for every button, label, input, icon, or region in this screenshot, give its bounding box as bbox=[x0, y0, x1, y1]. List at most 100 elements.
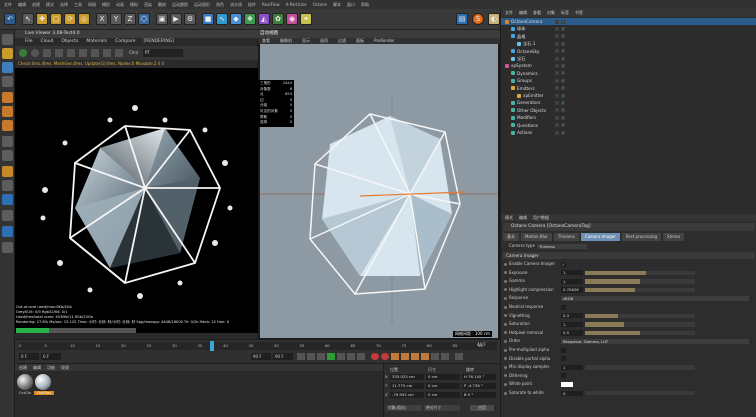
menu-item[interactable]: 雕刻 bbox=[158, 2, 166, 8]
cube-icon[interactable]: ■ bbox=[202, 13, 214, 25]
timeline-ruler[interactable]: 0 5 10 15 20 25 30 35 40 45 50 55 60 65 70 75 80 85 90 bbox=[19, 342, 497, 350]
param-dot-icon[interactable] bbox=[504, 391, 507, 395]
current-frame-field[interactable]: 0 F bbox=[19, 353, 39, 360]
coord-size-mode-select[interactable]: 绝对尺寸 bbox=[424, 405, 460, 411]
start-frame-field[interactable]: 0 F bbox=[41, 353, 61, 360]
attribute-tab[interactable]: Thinlens bbox=[553, 233, 579, 241]
object-manager-menu-item[interactable]: 编辑 bbox=[519, 9, 527, 17]
snap-icon[interactable] bbox=[2, 166, 13, 177]
timeline-playhead[interactable] bbox=[210, 341, 214, 351]
auto-key-icon[interactable] bbox=[381, 353, 389, 360]
attribute-checkbox[interactable] bbox=[561, 356, 566, 362]
param-dot-icon[interactable] bbox=[504, 331, 507, 335]
attribute-value-field[interactable]: 0.70626 bbox=[561, 287, 583, 293]
enable-check-icon[interactable]: ✓ bbox=[561, 78, 565, 83]
menu-item[interactable]: 脚本 bbox=[333, 2, 341, 8]
material-ball-2[interactable] bbox=[35, 374, 51, 390]
visibility-toggle[interactable]: · bbox=[555, 34, 559, 39]
material-ball-1[interactable] bbox=[17, 374, 33, 390]
prev-frame-icon[interactable] bbox=[317, 353, 325, 360]
attribute-tab[interactable]: Stereo bbox=[663, 233, 685, 241]
octane-s-icon[interactable]: S bbox=[472, 13, 484, 25]
timeline-layout-icon[interactable] bbox=[455, 353, 463, 360]
attribute-menu-item[interactable]: 用户数据 bbox=[533, 214, 549, 221]
polygons-mode-icon[interactable] bbox=[2, 120, 13, 131]
visibility-toggle[interactable]: · bbox=[555, 26, 559, 31]
object-row[interactable]: 宝石 · ✓ bbox=[501, 55, 756, 62]
channel-select[interactable]: PT bbox=[143, 49, 183, 57]
apply-button[interactable]: 应用 bbox=[470, 405, 494, 411]
nurbs-icon[interactable]: ◆ bbox=[230, 13, 242, 25]
attribute-menu-item[interactable]: 编辑 bbox=[519, 214, 527, 221]
enable-check-icon[interactable]: ✓ bbox=[561, 26, 565, 31]
world-coord-icon[interactable]: ⬡ bbox=[138, 13, 150, 25]
visibility-toggle[interactable]: · bbox=[555, 115, 559, 120]
menu-item[interactable]: 动画 bbox=[116, 2, 124, 8]
menu-item[interactable]: 渲染 bbox=[144, 2, 152, 8]
coord-position-field[interactable]: 11.775 cm bbox=[390, 383, 424, 389]
object-row[interactable]: Emitters · ✓ bbox=[501, 85, 756, 92]
param-dot-icon[interactable] bbox=[504, 262, 507, 266]
enable-check-icon[interactable]: ✓ bbox=[561, 123, 565, 128]
enable-check-icon[interactable]: ✓ bbox=[561, 100, 565, 105]
coord-mode-select[interactable]: 对象(相对) bbox=[386, 405, 422, 411]
enable-check-icon[interactable]: ✓ bbox=[561, 19, 565, 24]
prev-key-icon[interactable] bbox=[307, 353, 315, 360]
attribute-checkbox[interactable] bbox=[561, 347, 566, 353]
visibility-toggle[interactable]: · bbox=[555, 41, 559, 46]
attribute-checkbox[interactable]: ✓ bbox=[561, 261, 566, 267]
material-menu-item[interactable]: 功能 bbox=[47, 364, 55, 371]
solo-icon[interactable] bbox=[2, 194, 13, 205]
object-row[interactable]: Actions · ✓ bbox=[501, 129, 756, 136]
attribute-checkbox[interactable] bbox=[561, 304, 566, 310]
enable-check-icon[interactable]: ✓ bbox=[561, 115, 565, 120]
attribute-slider[interactable] bbox=[585, 313, 695, 318]
object-row[interactable]: xpSystem · ✓ bbox=[501, 62, 756, 69]
param-dot-icon[interactable] bbox=[504, 314, 507, 318]
settings-icon[interactable] bbox=[67, 49, 75, 57]
enable-check-icon[interactable]: ✓ bbox=[561, 86, 565, 91]
deformer-icon[interactable]: ◭ bbox=[258, 13, 270, 25]
coord-size-field[interactable]: 0 cm bbox=[426, 374, 460, 380]
coord-rotation-field[interactable]: P -4.736 ° bbox=[462, 383, 496, 389]
material-menu-item[interactable]: 创建 bbox=[19, 364, 27, 371]
camera-type-select[interactable]: Thinlens bbox=[537, 243, 587, 249]
enable-check-icon[interactable]: ✓ bbox=[561, 56, 565, 61]
menu-item[interactable]: 角色 bbox=[216, 2, 224, 8]
live-select-icon[interactable]: ↖ bbox=[22, 13, 34, 25]
material-menu-item[interactable]: 编辑 bbox=[33, 364, 41, 371]
param-dot-icon[interactable] bbox=[504, 374, 507, 378]
attribute-tab[interactable]: Camera Imager bbox=[580, 233, 620, 241]
menu-item[interactable]: 模式 bbox=[46, 2, 54, 8]
menu-item[interactable]: 文件 bbox=[4, 2, 12, 8]
octane-settings-icon[interactable]: ◐ bbox=[488, 13, 500, 25]
key-rotation-icon[interactable] bbox=[411, 353, 419, 360]
live-viewer-menu-item[interactable]: Compare bbox=[115, 38, 135, 46]
end-frame-field-2[interactable]: 90 F bbox=[273, 353, 293, 360]
param-dot-icon[interactable] bbox=[504, 279, 507, 283]
recent-tool-icon[interactable]: ◎ bbox=[78, 13, 90, 25]
attribute-value-field[interactable]: 0.5 bbox=[561, 330, 583, 336]
attribute-slider[interactable] bbox=[585, 330, 695, 336]
grid-icon[interactable] bbox=[2, 210, 13, 221]
zoom-icon[interactable] bbox=[115, 49, 123, 57]
attribute-dropdown[interactable]: sRGB bbox=[561, 295, 749, 302]
object-row[interactable]: Other Objects · ✓ bbox=[501, 107, 756, 114]
object-row[interactable]: Questions · ✓ bbox=[501, 122, 756, 129]
visibility-toggle[interactable]: · bbox=[555, 63, 559, 68]
menu-item[interactable]: 运动图形 bbox=[194, 2, 210, 8]
camera-icon[interactable]: ◉ bbox=[286, 13, 298, 25]
visibility-toggle[interactable]: · bbox=[555, 108, 559, 113]
stop-render-icon[interactable] bbox=[55, 49, 63, 57]
live-viewer-menu-item[interactable]: Materials bbox=[86, 38, 107, 46]
param-dot-icon[interactable] bbox=[504, 296, 507, 300]
attribute-value-field[interactable]: 1. bbox=[561, 278, 583, 285]
array-icon[interactable]: ❖ bbox=[244, 13, 256, 25]
param-dot-icon[interactable] bbox=[504, 339, 507, 343]
menu-item[interactable]: 模拟 bbox=[130, 2, 138, 8]
restart-render-icon[interactable] bbox=[31, 49, 39, 57]
menu-item[interactable]: 选择 bbox=[60, 2, 68, 8]
edges-mode-icon[interactable] bbox=[2, 106, 13, 117]
coord-rotation-field[interactable]: H 76.145 ° bbox=[462, 374, 496, 380]
object-row[interactable]: 晶格 · ✓ bbox=[501, 33, 756, 40]
